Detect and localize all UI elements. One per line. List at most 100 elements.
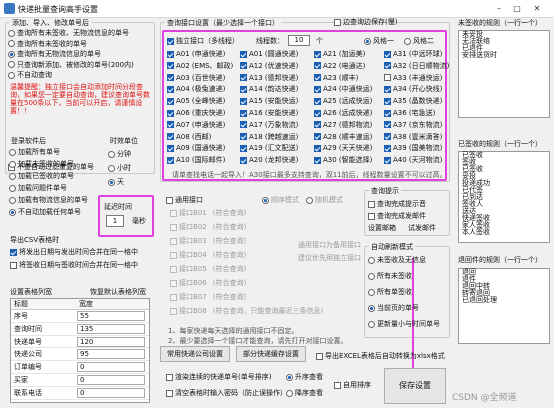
table-row[interactable]: 买家 0 xyxy=(11,374,149,387)
desc-radio-dot[interactable] xyxy=(286,389,293,397)
api-item-10[interactable]: A23 (顺丰) xyxy=(314,74,358,83)
api-item-8-check[interactable] xyxy=(167,74,174,82)
general-check[interactable] xyxy=(166,196,173,204)
api-item-27[interactable]: A37 (京东物流) xyxy=(384,121,442,130)
api-item-15[interactable]: A34 (开心快线) xyxy=(384,85,442,94)
api-item-0-check[interactable] xyxy=(167,50,174,58)
threads-input[interactable]: 10 xyxy=(288,35,310,46)
add-option-1-dot[interactable] xyxy=(8,40,15,47)
api-item-8[interactable]: A03 (百世快递) xyxy=(167,74,225,83)
style-option-0[interactable]: 风格一 xyxy=(364,37,394,46)
add-option-3-dot[interactable] xyxy=(8,61,15,68)
api-item-26-check[interactable] xyxy=(314,121,321,129)
api-item-25-check[interactable] xyxy=(240,121,247,129)
desc-radio[interactable]: 降序查看 xyxy=(286,389,323,398)
time-unit-option-2-dot[interactable] xyxy=(108,178,115,186)
time-unit-option-1-dot[interactable] xyxy=(108,164,115,172)
edge-save-check[interactable] xyxy=(334,18,341,26)
time-unit-option-1[interactable]: 小时 xyxy=(108,164,131,173)
api-item-9[interactable]: A13 (德邦快递) xyxy=(240,74,298,83)
api-item-31[interactable]: A38 (壹米滴答) xyxy=(384,133,442,142)
api-item-24-check[interactable] xyxy=(167,121,174,129)
api-item-5[interactable]: A12 (优速快递) xyxy=(240,62,298,71)
general-mode-0-dot[interactable] xyxy=(262,196,269,204)
api-item-33-check[interactable] xyxy=(240,144,247,152)
api-item-31-check[interactable] xyxy=(384,133,391,141)
asc-radio-dot[interactable] xyxy=(286,373,293,381)
export-option-0-check[interactable] xyxy=(10,248,17,256)
api-item-35-check[interactable] xyxy=(384,144,391,152)
refresh-option-3[interactable]: 当前页的单号 xyxy=(368,304,419,313)
general-mode-0[interactable]: 顺序模式 xyxy=(262,196,299,205)
api-item-38-check[interactable] xyxy=(314,156,321,164)
api-item-4[interactable]: A02 (EMS、邮政) xyxy=(167,62,233,71)
refresh-option-0[interactable]: 未签收及无信息 xyxy=(368,256,426,265)
api-item-11[interactable]: A33 (丰通快运) xyxy=(384,74,442,83)
api-item-38[interactable]: A30 (智能选择) xyxy=(314,156,372,165)
api-item-25[interactable]: A17 (万象物流) xyxy=(240,121,298,130)
api-item-6-check[interactable] xyxy=(314,62,321,70)
auto-sort-checkbox[interactable]: 自用排序 xyxy=(334,381,371,390)
refresh-option-2-dot[interactable] xyxy=(368,288,375,296)
api-item-39[interactable]: A40 (天河物流) xyxy=(384,156,442,165)
api-item-21[interactable]: A16 (安能快递) xyxy=(240,109,298,118)
cell-width[interactable]: 0 xyxy=(77,362,145,373)
api-item-27-check[interactable] xyxy=(384,121,391,129)
tip-email-check[interactable] xyxy=(368,212,375,220)
maximize-icon[interactable]: □ xyxy=(510,2,524,15)
export-excel-checkbox[interactable]: 导出EXCEL表格后自动转换为xlsx格式 xyxy=(316,352,445,361)
delay-input[interactable]: 1 xyxy=(106,215,124,227)
api-item-2[interactable]: A21 (加运美) xyxy=(314,50,365,59)
style-option-1-dot[interactable] xyxy=(404,37,411,45)
cell-width[interactable]: 55 xyxy=(77,311,145,321)
api-item-32-check[interactable] xyxy=(167,144,174,152)
export-option-1-check[interactable] xyxy=(10,261,17,269)
table-row[interactable]: 联系电话 0 xyxy=(11,387,149,400)
api-item-13-check[interactable] xyxy=(240,85,247,93)
refresh-option-1-dot[interactable] xyxy=(368,272,375,280)
general-checkbox[interactable]: 通用接口 xyxy=(166,196,203,205)
api-item-39-check[interactable] xyxy=(384,156,391,164)
add-option-1[interactable]: 查询所有未签收的单号 xyxy=(8,40,87,49)
general-item-7[interactable]: 接口B08 (符合查询，只能查询最近三条信息) xyxy=(170,307,323,316)
login-option-2[interactable]: 加载已签收的单号 xyxy=(9,172,74,181)
api-item-23[interactable]: A36 (宅急送) xyxy=(384,109,435,118)
refresh-option-0-dot[interactable] xyxy=(368,256,375,264)
api-item-3[interactable]: A31 (中远环球) xyxy=(384,50,442,59)
refresh-option-1[interactable]: 所有未签收 xyxy=(368,272,412,281)
tip-sound-checkbox[interactable]: 查询完成提示音 xyxy=(368,200,426,209)
api-item-30[interactable]: A28 (顺丰速运) xyxy=(314,133,372,142)
general-item-check[interactable] xyxy=(170,251,177,259)
auto-sort-check[interactable] xyxy=(334,381,341,389)
general-item-check[interactable] xyxy=(170,265,177,273)
sort-mode-check[interactable] xyxy=(166,373,173,381)
api-item-9-check[interactable] xyxy=(240,74,247,82)
login-option-5-dot[interactable] xyxy=(9,208,16,216)
export-option-0[interactable]: 将发出日期与发出时间合并在同一格中 xyxy=(10,248,138,257)
api-item-29-check[interactable] xyxy=(240,133,247,141)
minimize-icon[interactable]: – xyxy=(492,2,506,15)
login-option-4[interactable]: 加载有物流信息的单号 xyxy=(9,196,88,205)
common-couriers-button[interactable]: 常用快递公司设置 xyxy=(160,346,230,362)
add-option-0-dot[interactable] xyxy=(8,29,15,37)
general-item-check[interactable] xyxy=(170,279,177,287)
signed-rules-list[interactable]: 已签收 签收 已签收 妥投 投递成功 已代签 已到达 签收人 送达 快递签收 家人签收 本人签收 xyxy=(458,151,550,243)
api-item-7-check[interactable] xyxy=(384,62,391,70)
unsigned-rules-list[interactable]: 未妥投 无法联络 已退件 安排送货时 xyxy=(458,30,550,118)
table-row[interactable]: 快递单号 120 xyxy=(11,336,149,349)
set-email-button[interactable]: 设置邮箱 xyxy=(368,224,396,233)
table-row[interactable]: 查询时间 135 xyxy=(11,323,149,336)
general-item-2[interactable]: 接口B03 (符合查询) xyxy=(170,237,246,246)
sort-mode-checkbox[interactable]: 渲染连续的快递单号(单号排序) xyxy=(166,373,271,382)
api-item-30-check[interactable] xyxy=(314,133,321,141)
api-item-14-check[interactable] xyxy=(314,85,321,93)
api-item-12-check[interactable] xyxy=(167,85,174,93)
api-item-14[interactable]: A24 (中通快运) xyxy=(314,85,372,94)
login-option-0[interactable]: 加载所有单号 xyxy=(9,148,60,157)
time-unit-option-2[interactable]: 天 xyxy=(108,178,124,187)
general-item-5[interactable]: 接口B06 (符合查询) xyxy=(170,279,246,288)
api-item-19[interactable]: A35 (晶数快递) xyxy=(384,97,442,106)
api-item-18-check[interactable] xyxy=(314,97,321,105)
api-item-28-check[interactable] xyxy=(167,133,174,141)
tip-email-checkbox[interactable]: 查询完成发邮件 xyxy=(368,212,426,221)
